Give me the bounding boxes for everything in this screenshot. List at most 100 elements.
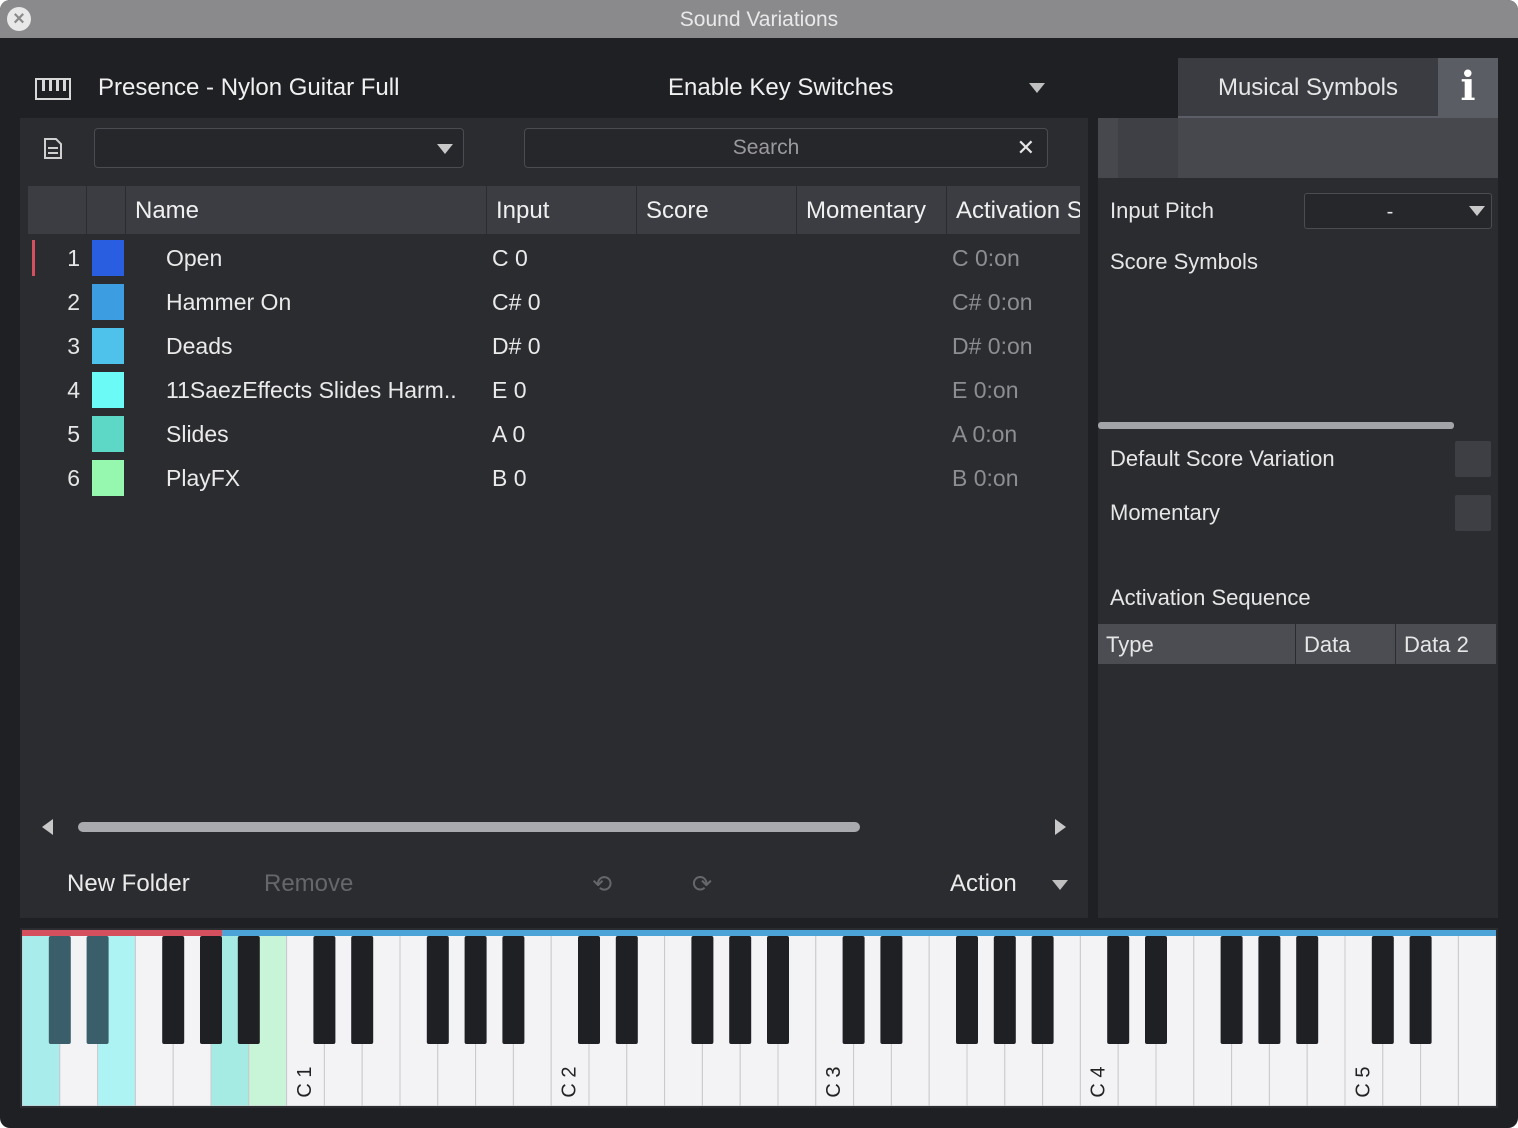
table-row[interactable]: 2 Hammer On C# 0 C# 0:on xyxy=(28,280,1080,324)
info-icon: i xyxy=(1460,63,1476,110)
score-symbols-label: Score Symbols xyxy=(1110,249,1258,274)
black-key[interactable] xyxy=(880,936,903,1044)
close-icon[interactable]: × xyxy=(7,7,31,31)
color-swatch[interactable] xyxy=(92,460,124,496)
color-swatch[interactable] xyxy=(92,284,124,320)
playable-range-bar xyxy=(222,930,1496,936)
input-pitch-select[interactable]: - xyxy=(1304,193,1492,229)
chevron-down-icon[interactable] xyxy=(1052,880,1068,890)
black-key[interactable] xyxy=(1031,936,1054,1044)
undo-icon[interactable]: ⟲ xyxy=(592,870,612,899)
row-number: 4 xyxy=(67,377,80,403)
key-switch-mode-select[interactable]: Enable Key Switches xyxy=(668,74,893,102)
momentary-label: Momentary xyxy=(1110,500,1221,525)
window-title: Sound Variations xyxy=(679,8,839,31)
column-header-activation-sequence[interactable]: Activation S xyxy=(947,186,1080,234)
black-key[interactable] xyxy=(162,936,185,1044)
black-key[interactable] xyxy=(48,936,71,1044)
black-key[interactable] xyxy=(1107,936,1130,1044)
variation-name: Hammer On xyxy=(166,289,292,315)
color-swatch[interactable] xyxy=(92,372,124,408)
panel-splitter[interactable] xyxy=(1098,422,1454,429)
table-row[interactable]: 6 PlayFX B 0 B 0:on xyxy=(28,456,1080,500)
black-key[interactable] xyxy=(1145,936,1167,1044)
activation-sequence-label: Activation Sequence xyxy=(1110,585,1311,610)
black-key[interactable] xyxy=(729,936,752,1044)
new-folder-button[interactable]: New Folder xyxy=(67,870,190,898)
black-key[interactable] xyxy=(842,936,865,1044)
color-swatch[interactable] xyxy=(92,240,124,276)
color-swatch[interactable] xyxy=(92,328,124,364)
black-key[interactable] xyxy=(691,936,714,1044)
tab-musical-symbols[interactable]: Musical Symbols xyxy=(1178,58,1438,118)
sound-variations-window: Sound Variations × Presence - Nylon Guit… xyxy=(0,0,1518,1128)
action-menu-button[interactable]: Action xyxy=(950,870,1017,898)
black-key[interactable] xyxy=(502,936,525,1044)
black-key[interactable] xyxy=(578,936,600,1044)
column-header-name[interactable]: Name xyxy=(126,186,487,234)
default-score-variation-checkbox[interactable] xyxy=(1455,441,1491,477)
key-switch-range-bar xyxy=(22,930,223,936)
black-key[interactable] xyxy=(86,936,109,1044)
document-icon[interactable] xyxy=(44,138,62,159)
column-header-score[interactable]: Score xyxy=(637,186,797,234)
table-row[interactable]: 1 Open C 0 C 0:on xyxy=(28,236,1080,280)
search-input[interactable]: Search ✕ xyxy=(524,128,1048,168)
scroll-left-icon[interactable] xyxy=(42,819,53,835)
activation-sequence-header: Type Data Data 2 xyxy=(1098,624,1496,664)
table-row[interactable]: 5 Slides A 0 A 0:on xyxy=(28,412,1080,456)
activation-sequence: C# 0:on xyxy=(952,289,1033,315)
variation-name: PlayFX xyxy=(166,465,241,491)
black-key[interactable] xyxy=(615,936,638,1044)
black-key[interactable] xyxy=(237,936,260,1044)
black-key[interactable] xyxy=(1296,936,1319,1044)
column-header-input[interactable]: Input xyxy=(487,186,637,234)
color-swatch[interactable] xyxy=(92,416,124,452)
black-key[interactable] xyxy=(313,936,336,1044)
seq-column-data[interactable]: Data xyxy=(1296,624,1396,664)
activation-sequence: D# 0:on xyxy=(952,333,1033,359)
column-header-color[interactable] xyxy=(87,186,126,234)
piano-keys[interactable]: C 1 C 2 C 3 C 4 C 5 xyxy=(22,930,1496,1106)
input-key: E 0 xyxy=(492,377,527,403)
table-row[interactable]: 3 Deads D# 0 D# 0:on xyxy=(28,324,1080,368)
black-key[interactable] xyxy=(956,936,978,1044)
piano-keyboard[interactable]: C 1 C 2 C 3 C 4 C 5 xyxy=(20,928,1498,1108)
black-key[interactable] xyxy=(351,936,374,1044)
default-score-variation-label: Default Score Variation xyxy=(1110,446,1335,471)
symbol-slot[interactable] xyxy=(1118,118,1178,178)
redo-icon[interactable]: ⟳ xyxy=(692,870,712,899)
table-row[interactable]: 4 11SaezEffects Slides Harm.. E 0 E 0:on xyxy=(28,368,1080,412)
black-key[interactable] xyxy=(993,936,1016,1044)
octave-label: C 1 xyxy=(294,1066,316,1097)
row-number: 1 xyxy=(67,245,80,271)
column-header-number[interactable] xyxy=(28,186,87,234)
seq-column-type[interactable]: Type xyxy=(1098,624,1296,664)
column-header-momentary[interactable]: Momentary xyxy=(797,186,947,234)
white-key[interactable] xyxy=(1457,930,1496,1106)
input-key: C 0 xyxy=(492,245,528,271)
activation-sequence: A 0:on xyxy=(952,421,1018,447)
scroll-right-icon[interactable] xyxy=(1055,819,1066,835)
activation-sequence: C 0:on xyxy=(952,245,1020,271)
seq-column-data-2[interactable]: Data 2 xyxy=(1396,624,1496,664)
keyboard-icon xyxy=(35,78,71,100)
activation-sequence: E 0:on xyxy=(952,377,1019,403)
row-number: 2 xyxy=(67,289,80,315)
black-key[interactable] xyxy=(200,936,222,1044)
chevron-down-icon[interactable] xyxy=(1029,83,1045,93)
remove-button[interactable]: Remove xyxy=(264,870,353,898)
black-key[interactable] xyxy=(464,936,487,1044)
clear-search-icon[interactable]: ✕ xyxy=(1017,135,1035,161)
black-key[interactable] xyxy=(426,936,449,1044)
horizontal-scrollbar[interactable] xyxy=(78,822,860,832)
tab-info[interactable]: i xyxy=(1438,58,1498,118)
black-key[interactable] xyxy=(1371,936,1394,1044)
folder-select[interactable] xyxy=(94,128,464,168)
black-key[interactable] xyxy=(767,936,789,1044)
momentary-checkbox[interactable] xyxy=(1455,495,1491,531)
black-key[interactable] xyxy=(1258,936,1281,1044)
black-key[interactable] xyxy=(1220,936,1243,1044)
input-key: A 0 xyxy=(492,421,526,447)
black-key[interactable] xyxy=(1409,936,1432,1044)
